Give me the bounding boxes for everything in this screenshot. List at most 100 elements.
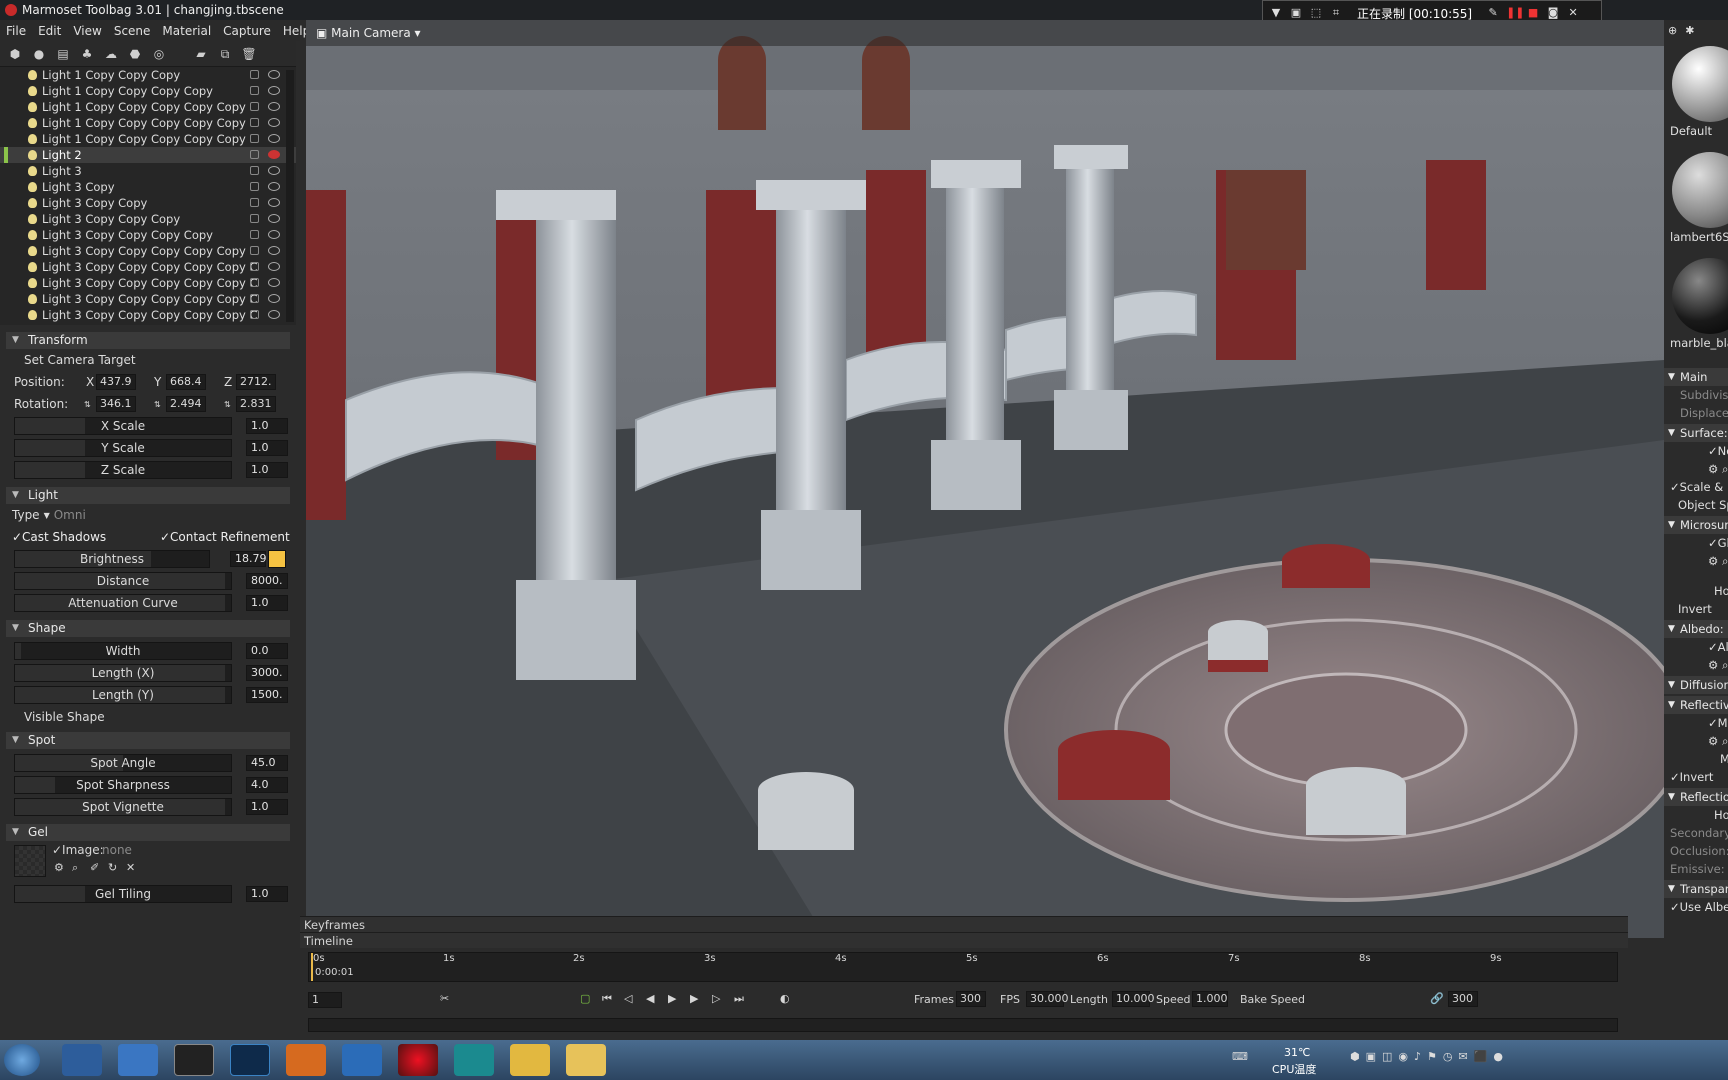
lock-icon[interactable] xyxy=(250,246,259,255)
spot-vignette-slider[interactable]: Spot Vignette xyxy=(14,798,232,816)
cloud-icon[interactable]: ☁ xyxy=(102,45,120,63)
speed-field[interactable]: 1.000 xyxy=(1192,991,1228,1007)
next-key-icon[interactable]: ▷ xyxy=(712,992,720,1005)
trash-icon[interactable]: 🗑 xyxy=(240,45,258,63)
tray-icons[interactable]: ⬢▣◫◉♪⚑◷✉⬛● xyxy=(1350,1050,1509,1063)
frames-field[interactable]: 300 xyxy=(956,991,986,1007)
map-tools-icon[interactable]: ⚙ ⌕ xyxy=(1664,732,1728,750)
distance-field[interactable]: 8000. xyxy=(246,573,288,589)
time-settings-icon[interactable]: ◐ xyxy=(780,992,790,1005)
shape-icon[interactable]: ⬣ xyxy=(126,45,144,63)
prev-key-icon[interactable]: ◁ xyxy=(624,992,632,1005)
position-x-field[interactable]: 437.9 xyxy=(96,374,136,390)
spot-vignette-field[interactable]: 1.0 xyxy=(246,799,288,815)
outliner-scrollbar[interactable] xyxy=(286,70,294,322)
outliner-item[interactable]: Light 1 Copy Copy Copy Copy xyxy=(0,83,296,99)
horizon-field[interactable]: Horizo xyxy=(1664,582,1728,600)
transform-section-header[interactable]: Transform xyxy=(6,332,290,349)
start-orb-icon[interactable] xyxy=(4,1044,40,1076)
clear-icon[interactable]: ✕ xyxy=(126,861,135,874)
map-tools-icon[interactable]: ⚙ ⌕ xyxy=(1664,460,1728,478)
timeline-header[interactable]: Timeline xyxy=(300,932,1628,948)
microsurface-section[interactable]: Microsurface: xyxy=(1664,516,1728,534)
eye-icon[interactable] xyxy=(268,166,280,175)
width-field[interactable]: 0.0 xyxy=(246,643,288,659)
material-default-sphere[interactable] xyxy=(1672,46,1728,122)
last-frame-icon[interactable]: ⏭ xyxy=(734,992,744,1006)
x-scale-slider[interactable]: X Scale xyxy=(14,417,232,435)
first-frame-icon[interactable]: ⏮ xyxy=(602,992,612,1006)
gel-tiling-slider[interactable]: Gel Tiling xyxy=(14,885,232,903)
eye-icon[interactable] xyxy=(268,262,280,271)
menu-file[interactable]: File xyxy=(0,24,32,38)
light-section-header[interactable]: Light xyxy=(6,487,290,504)
tree-icon[interactable]: ♣ xyxy=(78,45,96,63)
rotation-x-field[interactable]: 346.1 xyxy=(96,396,136,412)
photoshop-icon[interactable] xyxy=(230,1044,270,1076)
lock-icon[interactable] xyxy=(250,294,259,303)
bulb-icon[interactable]: ● xyxy=(30,45,48,63)
eye-icon[interactable] xyxy=(268,182,280,191)
bake-speed-button[interactable]: Bake Speed xyxy=(1240,993,1305,1006)
lock-icon[interactable] xyxy=(250,214,259,223)
stop-icon[interactable]: ■ xyxy=(1526,6,1540,20)
cube-icon[interactable]: ⬢ xyxy=(6,45,24,63)
y-scale-slider[interactable]: Y Scale xyxy=(14,439,232,457)
length-x-slider[interactable]: Length (X) xyxy=(14,664,232,682)
gel-tiling-field[interactable]: 1.0 xyxy=(246,886,288,902)
maya-icon[interactable] xyxy=(454,1044,494,1076)
eye-icon[interactable] xyxy=(268,230,280,239)
media-player-icon[interactable] xyxy=(62,1044,102,1076)
region-icon[interactable]: ⬚ xyxy=(1309,6,1323,20)
spot-angle-slider[interactable]: Spot Angle xyxy=(14,754,232,772)
spot-sharpness-field[interactable]: 4.0 xyxy=(246,777,288,793)
end-frame-field[interactable]: 300 xyxy=(1448,991,1478,1007)
fps-field[interactable]: 30.000 xyxy=(1026,991,1069,1007)
current-frame-field[interactable]: 1 xyxy=(308,992,342,1008)
eye-icon[interactable] xyxy=(268,86,280,95)
link-icon[interactable]: 🔗 xyxy=(1430,992,1444,1005)
reflectivity-section[interactable]: Reflectivity: xyxy=(1664,696,1728,714)
add-material-icon[interactable]: ⊕ xyxy=(1668,24,1677,42)
gel-image-checkbox[interactable]: ✓Image: xyxy=(52,843,104,857)
use-albedo-alpha-checkbox[interactable]: ✓Use Albedo Al xyxy=(1664,898,1728,916)
prev-frame-icon[interactable]: ◀ xyxy=(646,992,654,1005)
menu-scene[interactable]: Scene xyxy=(108,24,157,38)
outliner-item[interactable]: Light 1 Copy Copy Copy Copy Copy xyxy=(0,131,296,147)
light-type-select[interactable]: Omni xyxy=(54,508,86,522)
z-scale-slider[interactable]: Z Scale xyxy=(14,461,232,479)
spot-section-header[interactable]: Spot xyxy=(6,732,290,749)
outliner-item[interactable]: Light 3 Copy xyxy=(0,179,296,195)
sphere-icon[interactable]: ◎ xyxy=(150,45,168,63)
outliner-item[interactable]: Light 3 Copy Copy xyxy=(0,195,296,211)
y-scale-field[interactable]: 1.0 xyxy=(246,440,288,456)
cast-shadows-checkbox[interactable]: ✓Cast Shadows xyxy=(12,530,106,544)
eye-icon[interactable] xyxy=(268,70,280,79)
length-x-field[interactable]: 3000. xyxy=(246,665,288,681)
metalness-field[interactable]: M xyxy=(1664,750,1728,768)
keyboard-icon[interactable]: ⌨ xyxy=(1232,1050,1248,1063)
position-y-field[interactable]: 668.4 xyxy=(166,374,206,390)
map-tools-icon[interactable]: ⚙ ⌕ xyxy=(1664,656,1728,674)
loop-icon[interactable]: ▢ xyxy=(580,992,590,1005)
light-color-swatch[interactable] xyxy=(268,550,286,568)
eye-icon[interactable] xyxy=(268,102,280,111)
visible-shape-checkbox[interactable]: Visible Shape xyxy=(24,710,105,724)
playhead[interactable] xyxy=(311,953,313,981)
main-section[interactable]: Main xyxy=(1664,368,1728,386)
keyframes-header[interactable]: Keyframes xyxy=(300,916,1628,932)
eye-icon[interactable] xyxy=(268,118,280,127)
menu-capture[interactable]: Capture xyxy=(217,24,277,38)
reflection-section[interactable]: Reflection: xyxy=(1664,788,1728,806)
eye-icon[interactable] xyxy=(268,134,280,143)
pen-icon[interactable]: ✎ xyxy=(1486,6,1500,20)
length-field[interactable]: 10.000 xyxy=(1112,991,1155,1007)
surface-section[interactable]: Surface: xyxy=(1664,424,1728,442)
camera-select[interactable]: Main Camera ▾ xyxy=(331,26,420,40)
eye-icon[interactable] xyxy=(268,294,280,303)
lock-icon[interactable] xyxy=(250,134,259,143)
play-icon[interactable]: ▶ xyxy=(668,992,676,1005)
gloss-map-checkbox[interactable]: ✓Gloss M xyxy=(1664,534,1728,552)
outliner-item[interactable]: Light 3 Copy Copy Copy Copy Copy C xyxy=(0,259,296,275)
crop-icon[interactable]: ⌗ xyxy=(1329,6,1343,20)
